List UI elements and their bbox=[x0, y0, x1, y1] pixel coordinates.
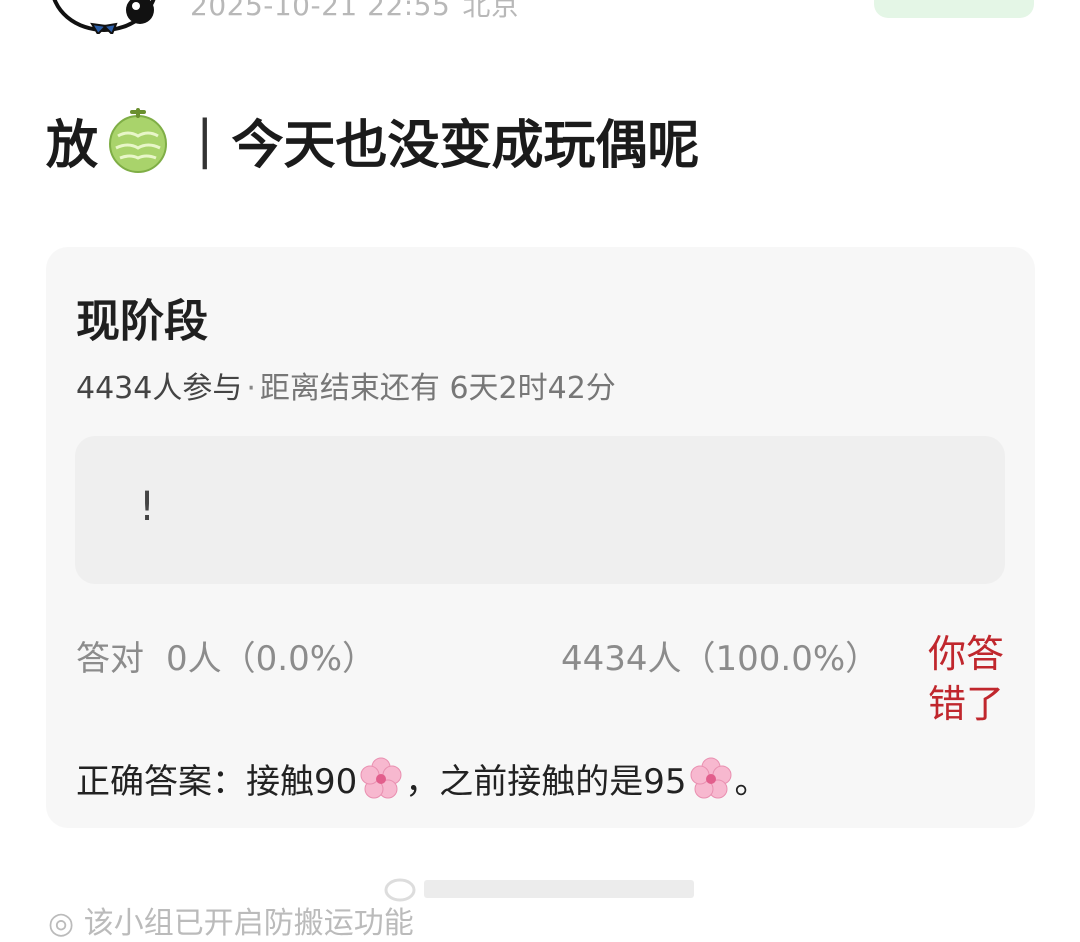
option-text: ! bbox=[139, 484, 156, 530]
follow-button[interactable] bbox=[874, 0, 1034, 18]
answer-text-3: 。 bbox=[734, 762, 769, 802]
participants-count: 4434人参与 bbox=[76, 371, 243, 406]
avatar[interactable] bbox=[48, 0, 160, 36]
correct-stat: 答对 0人（0.0%） bbox=[76, 631, 376, 680]
correct-label: 答对 bbox=[76, 639, 144, 679]
quiz-subtitle: 4434人参与 · 距离结束还有 6天2时42分 bbox=[76, 363, 616, 407]
footer-notice: ◎ 该小组已开启防搬运功能 bbox=[48, 906, 414, 941]
title-prefix: 放 bbox=[46, 115, 99, 176]
title-separator: | bbox=[196, 110, 214, 170]
post-meta: 2025-10-21 22:55 北京 bbox=[190, 0, 519, 24]
post-title: 放 | 今天也没变成玩偶呢 bbox=[46, 104, 700, 176]
correct-answer: 正确答案：接触90 ，之前接触的是95 。 bbox=[76, 754, 769, 803]
wrong-answer-badge: 你答错了 bbox=[928, 632, 1005, 726]
cherry-blossom-emoji-icon bbox=[690, 757, 732, 798]
post-datetime: 2025-10-21 22:55 bbox=[190, 0, 451, 22]
post-location: 北京 bbox=[462, 0, 520, 22]
quiz-deadline: 距离结束还有 6天2时42分 bbox=[259, 371, 616, 406]
separator-dot: · bbox=[246, 371, 256, 406]
cherry-blossom-emoji-icon bbox=[360, 757, 402, 798]
quiz-option[interactable]: ! bbox=[75, 436, 1005, 584]
answer-text-2: ，之前接触的是95 bbox=[405, 762, 687, 802]
correct-count: 0人（0.0%） bbox=[166, 639, 377, 679]
wrong-stat: 4434人（100.0%） bbox=[561, 639, 880, 679]
quiz-card: 现阶段 4434人参与 · 距离结束还有 6天2时42分 ! 答对 0人（0.0%） … bbox=[46, 247, 1035, 828]
melon-emoji-icon bbox=[109, 108, 168, 173]
title-text: 今天也没变成玩偶呢 bbox=[231, 115, 700, 176]
watermark-logo bbox=[380, 872, 700, 904]
cartoon-avatar-icon bbox=[52, 0, 156, 36]
answer-text-1: 正确答案：接触90 bbox=[76, 762, 358, 802]
quiz-title: 现阶段 bbox=[76, 296, 208, 347]
